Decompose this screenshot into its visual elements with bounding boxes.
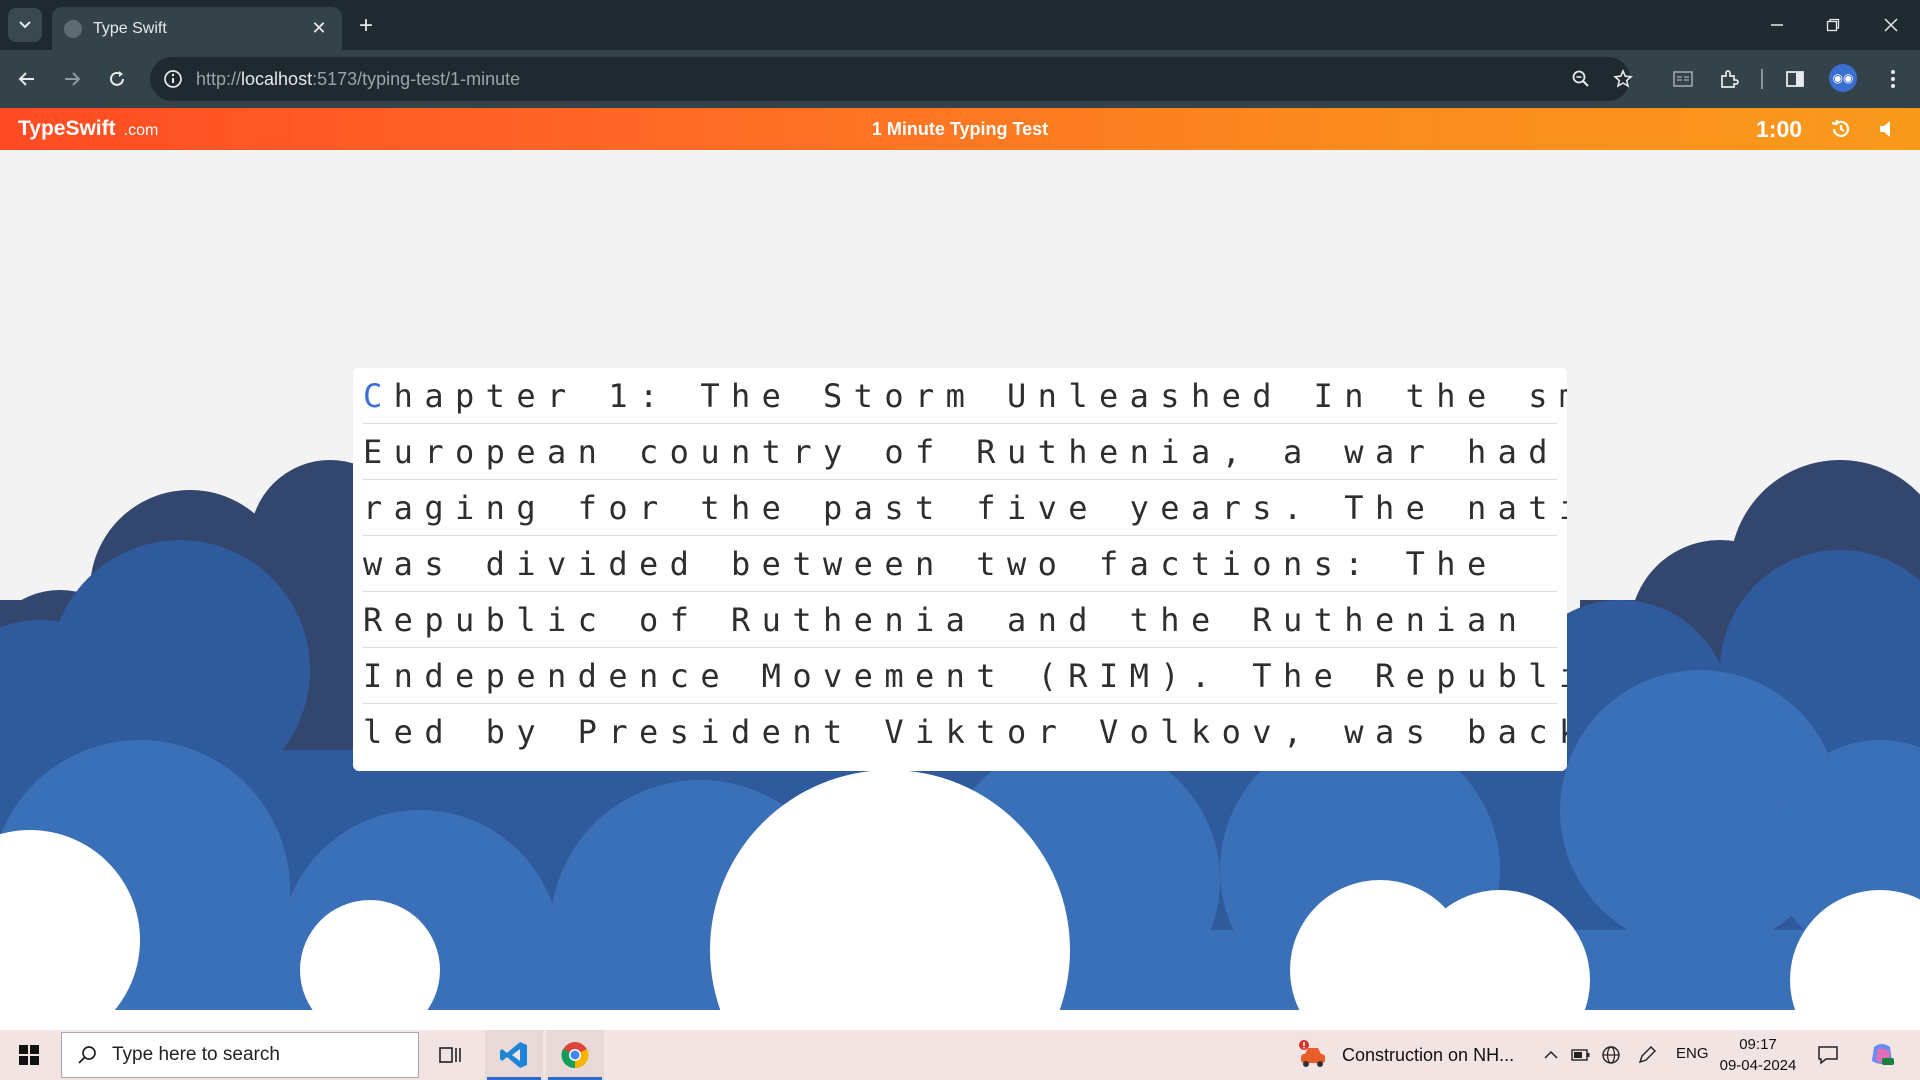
restore-button[interactable] <box>1804 0 1862 50</box>
chrome-icon <box>561 1042 589 1069</box>
reload-button[interactable] <box>100 62 134 96</box>
search-placeholder: Type here to search <box>112 1044 280 1065</box>
text-line: Chapter 1: The Storm Unleashed In the sm… <box>363 368 1567 424</box>
globe-icon <box>64 19 82 38</box>
clock-date: 09-04-2024 <box>1719 1057 1797 1074</box>
browser-titlebar: Type Swift ✕ + <box>0 0 1920 50</box>
reload-icon <box>110 71 124 86</box>
news-widget[interactable]: Construction on NH... <box>1298 1040 1514 1070</box>
news-text: Construction on NH... <box>1342 1044 1515 1065</box>
address-bar[interactable]: http://localhost:5173/typing-test/1-minu… <box>150 57 1633 101</box>
language-indicator[interactable]: ENG <box>1676 1045 1709 1062</box>
back-button[interactable] <box>10 62 44 96</box>
taskbar: Type here to search Construction on NH..… <box>0 1030 1920 1080</box>
url-text[interactable]: http://localhost:5173/typing-test/1-minu… <box>196 69 520 90</box>
tab-title: Type Swift <box>93 19 167 37</box>
text-line: raging for the past five years. The nati… <box>363 480 1567 536</box>
forward-button[interactable] <box>55 62 89 96</box>
chevron-down-icon <box>19 21 31 29</box>
chevron-up-icon[interactable] <box>1540 1044 1562 1066</box>
text-line: led by President Viktor Volkov, was back… <box>363 713 1567 751</box>
task-view-icon <box>439 1047 461 1063</box>
task-view-button[interactable] <box>421 1030 479 1080</box>
timer: 1:00 <box>1756 116 1803 142</box>
browser-toolbar: http://localhost:5173/typing-test/1-minu… <box>0 50 1920 108</box>
text-line: Republic of Ruthenia and the Ruthenian <box>363 592 1557 648</box>
star-icon[interactable] <box>1611 67 1635 91</box>
close-tab-icon[interactable]: ✕ <box>308 18 330 39</box>
vscode-icon <box>500 1042 527 1068</box>
battery-icon[interactable] <box>1570 1044 1592 1066</box>
app-header: TypeSwift .com 1 Minute Typing Test 1:00 <box>0 108 1920 150</box>
notification-icon[interactable] <box>1817 1044 1839 1066</box>
back-icon <box>18 72 34 86</box>
windows-icon <box>19 1045 39 1065</box>
zoom-icon[interactable] <box>1569 67 1593 91</box>
search-icon <box>78 1046 96 1064</box>
clock-time: 09:17 <box>1739 1036 1777 1053</box>
close-window-button[interactable] <box>1862 0 1920 50</box>
new-tab-button[interactable]: + <box>352 12 380 40</box>
chrome-taskbar-button[interactable] <box>546 1030 604 1080</box>
text-line: Independence Movement (RIM). The Republi… <box>363 648 1567 704</box>
minimize-icon <box>1771 24 1783 26</box>
typing-text-card[interactable]: Chapter 1: The Storm Unleashed In the sm… <box>353 368 1567 771</box>
text-line: European country of Ruthenia, a war had … <box>363 424 1557 480</box>
taskbar-search[interactable]: Type here to search <box>61 1032 419 1078</box>
tab-search-button[interactable] <box>8 8 42 42</box>
menu-icon[interactable] <box>1878 64 1908 94</box>
text-line: was divided between two factions: The <box>363 536 1557 592</box>
close-icon <box>1884 18 1898 32</box>
globe-network-icon[interactable] <box>1600 1044 1622 1066</box>
reading-mode-icon[interactable] <box>1668 64 1698 94</box>
start-button[interactable] <box>0 1030 58 1080</box>
pen-icon[interactable] <box>1636 1044 1658 1066</box>
history-icon[interactable] <box>1828 116 1854 142</box>
extensions-icon[interactable] <box>1714 64 1744 94</box>
car-alert-icon <box>1299 1040 1325 1067</box>
browser-tab[interactable]: Type Swift ✕ <box>52 7 342 50</box>
toolbar-separator <box>1761 69 1763 89</box>
volume-icon[interactable] <box>1874 116 1900 142</box>
vscode-taskbar-button[interactable] <box>485 1030 543 1080</box>
profile-avatar[interactable]: ◉◉ <box>1829 64 1857 92</box>
restore-icon <box>1826 18 1840 32</box>
minimize-button[interactable] <box>1748 0 1806 50</box>
sidepanel-icon[interactable] <box>1780 64 1810 94</box>
forward-icon <box>65 72 81 86</box>
test-title: 1 Minute Typing Test <box>871 119 1049 139</box>
clock[interactable]: 09:17 09-04-2024 <box>1712 1034 1804 1076</box>
current-char: C <box>363 376 394 415</box>
info-icon[interactable] <box>160 66 186 92</box>
copilot-icon[interactable] <box>1868 1041 1896 1069</box>
